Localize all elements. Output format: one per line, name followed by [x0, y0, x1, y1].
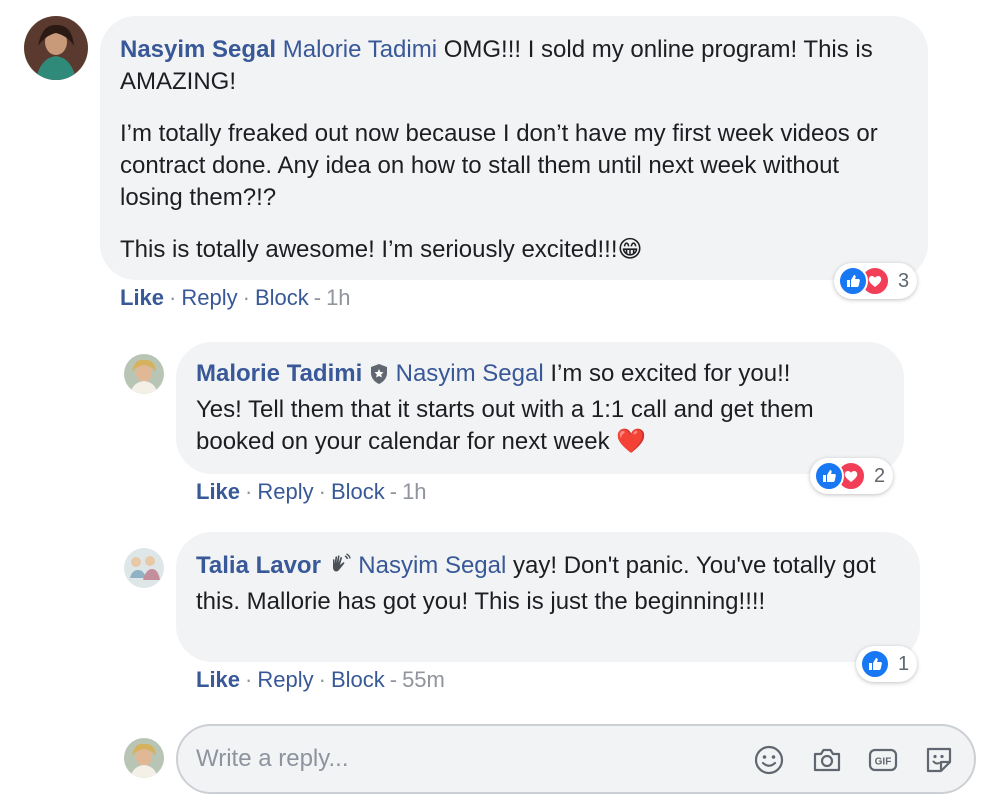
mention-link[interactable]: Nasyim Segal — [358, 552, 506, 579]
reaction-summary[interactable]: 2 — [810, 458, 894, 494]
reaction-count: 2 — [874, 464, 886, 487]
avatar-talia-lavor[interactable] — [124, 548, 164, 588]
like-link[interactable]: Like — [196, 479, 240, 504]
reply-link[interactable]: Reply — [257, 667, 313, 692]
reply-link[interactable]: Reply — [257, 479, 313, 504]
comment-author[interactable]: Malorie Tadimi — [196, 360, 362, 387]
comment-bubble-3: Talia Lavor Nasyim Segal yay! Don't pani… — [176, 532, 920, 662]
comment-text: This is totally awesome! I’m seriously e… — [120, 236, 618, 263]
comment-author[interactable]: Nasyim Segal — [120, 36, 276, 63]
timestamp[interactable]: 1h — [326, 285, 350, 310]
reaction-summary[interactable]: 3 — [834, 263, 918, 299]
reply-link[interactable]: Reply — [181, 285, 237, 310]
reaction-summary[interactable]: 1 — [856, 646, 918, 682]
comment-1-paragraph-3: This is totally awesome! I’m seriously e… — [120, 234, 908, 266]
comment-author[interactable]: Talia Lavor — [196, 552, 321, 579]
reply-input[interactable] — [196, 726, 736, 792]
comment-3-text: Talia Lavor Nasyim Segal yay! Don't pani… — [196, 550, 900, 618]
comment-2-line-1: Malorie Tadimi Nasyim Segal I’m so excit… — [196, 358, 884, 394]
camera-icon[interactable] — [810, 743, 844, 777]
comment-actions-1: Like · Reply · Block -1h — [120, 285, 351, 310]
comment-actions-3: Like · Reply · Block -55m — [196, 667, 445, 692]
comment-bubble-1: Nasyim Segal Malorie Tadimi OMG!!! I sol… — [100, 16, 928, 280]
comment-text: Yes! Tell them that it starts out with a… — [196, 396, 814, 455]
comment-text: I’m so excited for you!! — [550, 360, 791, 387]
current-user-avatar — [124, 738, 164, 778]
gif-icon[interactable]: GIF — [866, 743, 900, 777]
comment-1-paragraph-1: Nasyim Segal Malorie Tadimi OMG!!! I sol… — [120, 34, 908, 98]
red-heart-emoji: ❤️ — [616, 428, 647, 455]
mention-link[interactable]: Malorie Tadimi — [283, 36, 437, 63]
comment-2-line-2: Yes! Tell them that it starts out with a… — [196, 394, 884, 458]
mention-link[interactable]: Nasyim Segal — [396, 360, 544, 387]
timestamp[interactable]: 1h — [402, 479, 426, 504]
reaction-count: 3 — [898, 269, 910, 292]
block-link[interactable]: Block — [331, 479, 385, 504]
svg-text:GIF: GIF — [875, 757, 892, 768]
grinning-emoji: 😁 — [617, 236, 643, 263]
reaction-count: 1 — [898, 652, 910, 675]
comment-bubble-2: Malorie Tadimi Nasyim Segal I’m so excit… — [176, 342, 904, 474]
emoji-icon[interactable] — [752, 743, 786, 777]
timestamp[interactable]: 55m — [402, 667, 445, 692]
like-link[interactable]: Like — [120, 285, 164, 310]
like-icon — [860, 649, 890, 679]
avatar-nasyim-segal[interactable] — [24, 16, 88, 80]
block-link[interactable]: Block — [255, 285, 309, 310]
sticker-icon[interactable] — [922, 743, 956, 777]
waving-hand-badge-icon[interactable] — [328, 553, 352, 586]
reply-composer[interactable]: GIF — [176, 724, 976, 794]
comment-actions-2: Like · Reply · Block -1h — [196, 479, 427, 504]
comment-1-paragraph-2: I’m totally freaked out now because I do… — [120, 120, 878, 211]
like-link[interactable]: Like — [196, 667, 240, 692]
like-icon — [814, 461, 844, 491]
shield-badge-icon[interactable] — [369, 362, 389, 394]
like-icon — [838, 266, 868, 296]
block-link[interactable]: Block — [331, 667, 385, 692]
avatar-malorie-tadimi[interactable] — [124, 354, 164, 394]
